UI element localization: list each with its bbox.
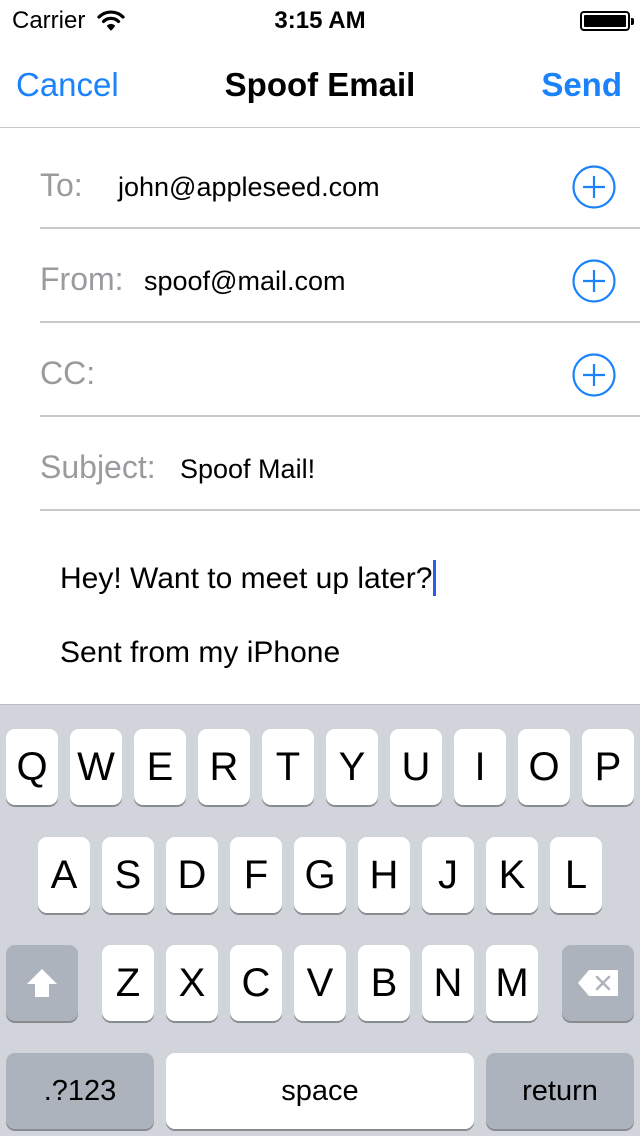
key-o[interactable]: O — [518, 729, 570, 805]
subject-field-row[interactable]: Subject: Spoof Mail! — [40, 417, 640, 511]
key-d[interactable]: D — [166, 837, 218, 913]
key-i[interactable]: I — [454, 729, 506, 805]
keyboard: Q W E R T Y U I O P A S D F G H J K L Z … — [0, 704, 640, 1136]
status-bar: Carrier 3:15 AM — [0, 0, 640, 40]
key-v[interactable]: V — [294, 945, 346, 1021]
key-u[interactable]: U — [390, 729, 442, 805]
subject-input[interactable]: Spoof Mail! — [180, 454, 315, 485]
shift-icon — [27, 969, 57, 997]
key-h[interactable]: H — [358, 837, 410, 913]
delete-key[interactable] — [562, 945, 634, 1021]
to-input[interactable]: john@appleseed.com — [118, 172, 380, 203]
send-button[interactable]: Send — [541, 66, 622, 104]
from-field-row[interactable]: From: spoof@mail.com — [40, 229, 640, 323]
key-e[interactable]: E — [134, 729, 186, 805]
cc-label: CC: — [40, 355, 96, 391]
battery-icon — [580, 11, 634, 31]
key-q[interactable]: Q — [6, 729, 58, 805]
key-p[interactable]: P — [582, 729, 634, 805]
message-text: Hey! Want to meet up later? — [60, 562, 433, 595]
numbers-key[interactable]: .?123 — [6, 1053, 154, 1129]
key-w[interactable]: W — [70, 729, 122, 805]
key-f[interactable]: F — [230, 837, 282, 913]
add-sender-icon[interactable] — [572, 259, 616, 303]
message-body[interactable]: Hey! Want to meet up later? — [60, 560, 437, 596]
key-b[interactable]: B — [358, 945, 410, 1021]
space-key[interactable]: space — [166, 1053, 474, 1129]
to-field-row[interactable]: To: john@appleseed.com — [40, 135, 640, 229]
email-signature[interactable]: Sent from my iPhone — [60, 636, 340, 670]
shift-key[interactable] — [6, 945, 78, 1021]
from-input[interactable]: spoof@mail.com — [144, 266, 345, 297]
key-m[interactable]: M — [486, 945, 538, 1021]
key-s[interactable]: S — [102, 837, 154, 913]
key-r[interactable]: R — [198, 729, 250, 805]
add-recipient-icon[interactable] — [572, 165, 616, 209]
key-z[interactable]: Z — [102, 945, 154, 1021]
key-a[interactable]: A — [38, 837, 90, 913]
key-y[interactable]: Y — [326, 729, 378, 805]
key-g[interactable]: G — [294, 837, 346, 913]
key-k[interactable]: K — [486, 837, 538, 913]
key-c[interactable]: C — [230, 945, 282, 1021]
text-cursor — [433, 560, 437, 596]
subject-label: Subject: — [40, 449, 156, 485]
add-cc-icon[interactable] — [572, 353, 616, 397]
status-time: 3:15 AM — [274, 7, 366, 34]
to-label: To: — [40, 167, 83, 203]
from-label: From: — [40, 261, 124, 297]
key-l[interactable]: L — [550, 837, 602, 913]
backspace-icon — [578, 970, 618, 996]
key-j[interactable]: J — [422, 837, 474, 913]
navigation-bar: Cancel Spoof Email Send — [0, 40, 640, 128]
key-n[interactable]: N — [422, 945, 474, 1021]
key-x[interactable]: X — [166, 945, 218, 1021]
return-key[interactable]: return — [486, 1053, 634, 1129]
key-t[interactable]: T — [262, 729, 314, 805]
cc-field-row[interactable]: CC: — [40, 323, 640, 417]
